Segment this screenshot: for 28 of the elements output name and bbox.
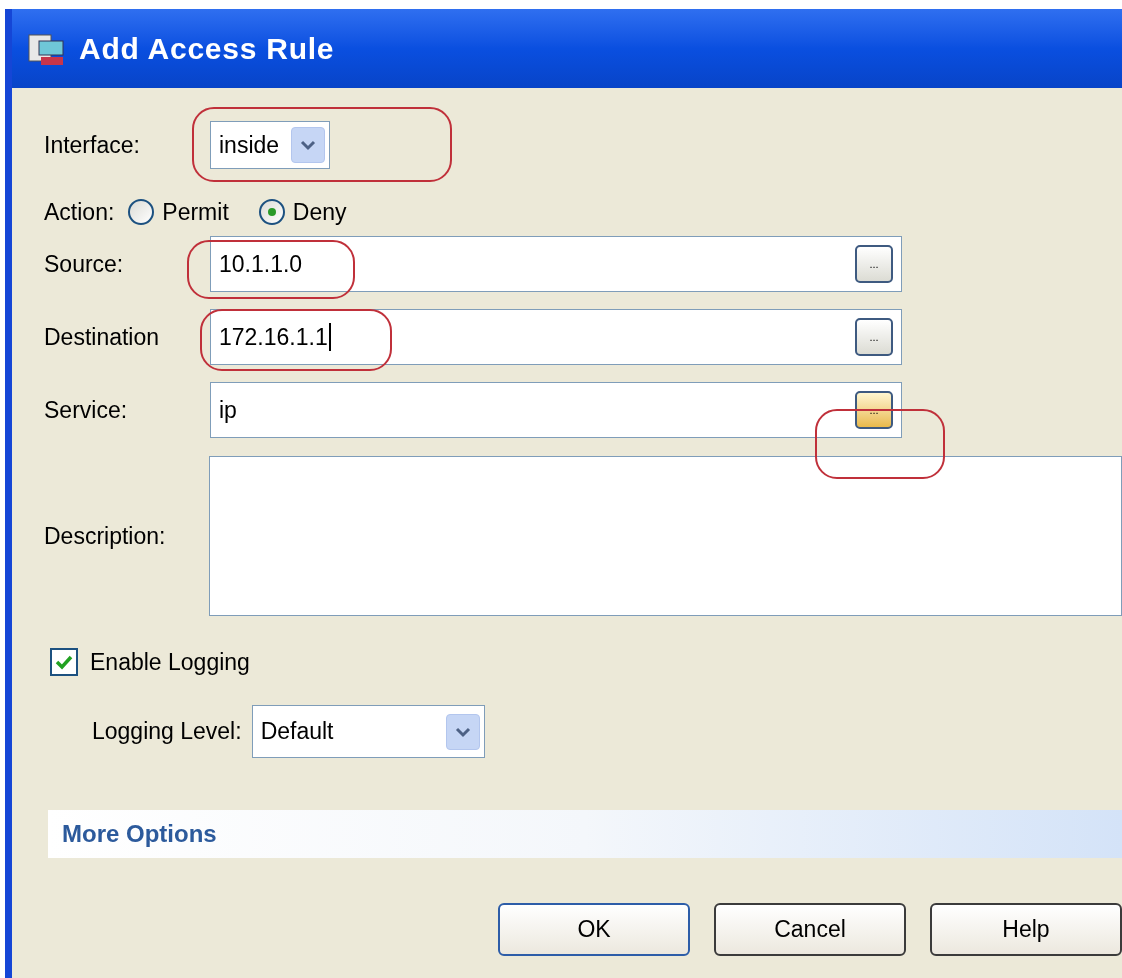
radio-button[interactable] <box>128 199 155 225</box>
interface-dropdown[interactable]: inside <box>210 121 330 169</box>
checkbox-label: Enable Logging <box>90 647 250 677</box>
browse-button[interactable]: ... <box>855 245 893 283</box>
radio-option[interactable]: Deny <box>258 194 347 230</box>
more-options-bar[interactable]: More Options <box>48 810 1122 858</box>
field-label: Source: <box>44 249 125 279</box>
check-icon <box>55 654 73 670</box>
field-label: Interface: <box>44 130 141 160</box>
dialog-button[interactable]: Cancel <box>714 903 906 956</box>
radio-button[interactable] <box>258 199 285 225</box>
text-field[interactable]: ip ... <box>210 382 902 438</box>
text-field[interactable]: 10.1.1.0 ... <box>210 236 902 292</box>
field-label: Service: <box>44 395 129 425</box>
text-field[interactable]: 172.16.1.1 ... <box>210 309 902 365</box>
description-field[interactable] <box>208 456 1122 616</box>
field-label: Description: <box>44 521 167 551</box>
window-title: Add Access Rule <box>79 31 335 67</box>
logging-level-dropdown[interactable]: Default <box>251 705 485 758</box>
browse-button[interactable]: ... <box>855 391 893 429</box>
checkbox[interactable] <box>50 648 78 676</box>
browse-button[interactable]: ... <box>855 318 893 356</box>
dialog-button[interactable]: OK <box>498 903 690 956</box>
radio-option[interactable]: Permit <box>128 194 229 230</box>
dialog-button[interactable]: Help <box>930 903 1122 956</box>
field-label: Action: <box>44 197 115 227</box>
field-label: Logging Level: <box>92 717 242 747</box>
field-label: Destination <box>44 322 161 352</box>
